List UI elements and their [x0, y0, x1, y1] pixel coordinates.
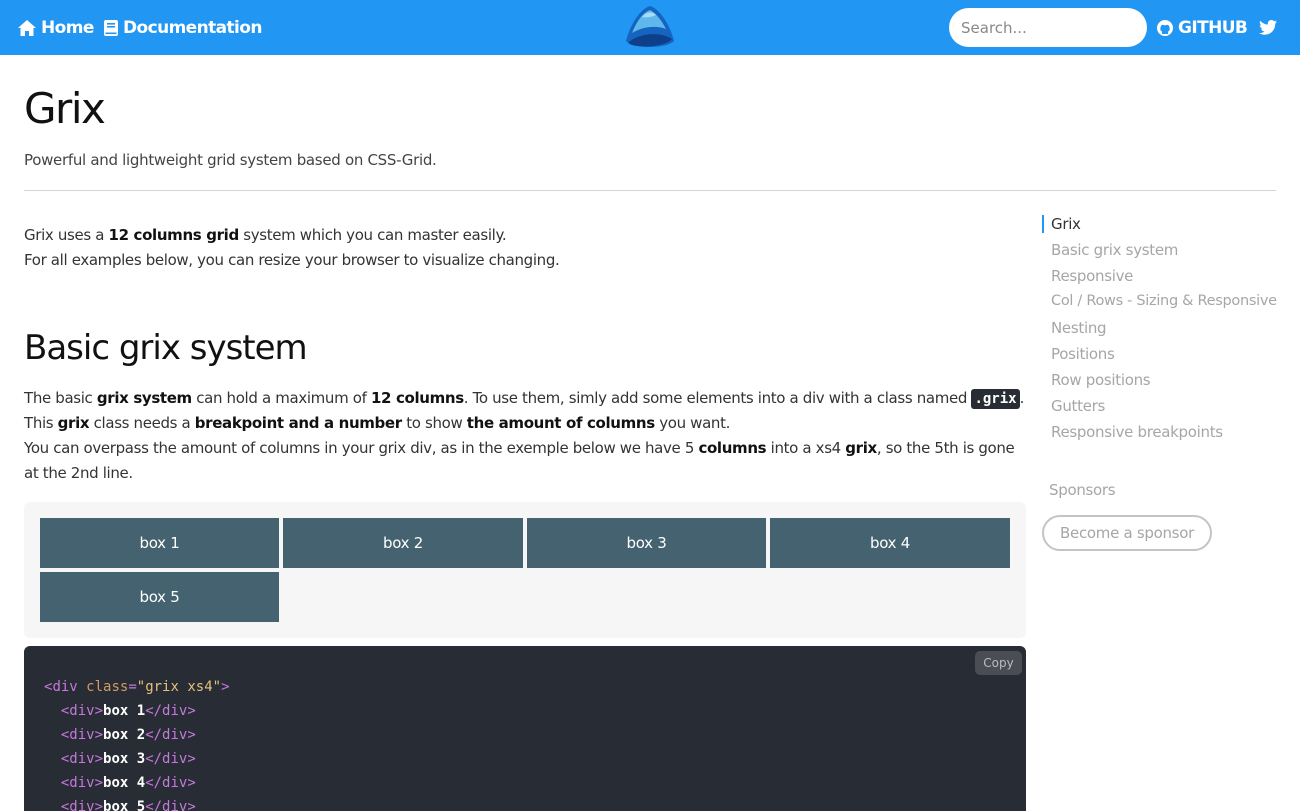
top-navbar: Home Documentation GITHUB: [0, 0, 1300, 55]
intro-line-1: Grix uses a 12 columns grid system which…: [24, 226, 507, 244]
para-text: This: [24, 414, 58, 432]
grid-box: box 4: [770, 518, 1010, 568]
grid-box: box 5: [40, 572, 279, 622]
nav-twitter-link[interactable]: [1259, 0, 1282, 55]
copy-button[interactable]: Copy: [975, 651, 1022, 675]
nav-home-link[interactable]: Home: [18, 0, 94, 55]
code-tag: div: [69, 751, 95, 767]
become-sponsor-button[interactable]: Become a sponsor: [1042, 515, 1212, 551]
twitter-icon: [1259, 20, 1277, 35]
code-tag: div: [69, 799, 95, 811]
code-tag: div: [52, 679, 78, 695]
toc-active-indicator: [1042, 215, 1044, 233]
section-paragraph-3: You can overpass the amount of columns i…: [24, 439, 1015, 457]
toc-item-grix[interactable]: Grix: [1051, 215, 1081, 233]
para-bold: columns: [698, 439, 767, 457]
para-text: class needs a: [89, 414, 195, 432]
para-bold: grix system: [96, 389, 192, 407]
code-text: box 3: [103, 751, 146, 767]
code-tag: div: [162, 751, 188, 767]
para-text: to show: [401, 414, 467, 432]
nav-documentation-link[interactable]: Documentation: [104, 0, 262, 55]
toc-item-responsive[interactable]: Responsive: [1051, 267, 1133, 285]
section-heading: Basic grix system: [24, 328, 308, 368]
nav-documentation-label: Documentation: [123, 17, 262, 38]
github-icon: [1157, 19, 1173, 36]
toc-item-row-positions[interactable]: Row positions: [1051, 371, 1151, 389]
grid-box: box 1: [40, 518, 279, 568]
nav-github-label: GITHUB: [1178, 17, 1248, 38]
toc-item-gutters[interactable]: Gutters: [1051, 397, 1105, 415]
para-text: into a xs4: [766, 439, 846, 457]
code-line: <div>box 3</div>: [60, 751, 196, 767]
code-tag: div: [69, 703, 95, 719]
code-tag: div: [162, 775, 188, 791]
code-text: box 5: [103, 799, 146, 811]
para-text: can hold a maximum of: [191, 389, 371, 407]
header-divider: [24, 190, 1276, 191]
toc-item-responsive-breakpoints[interactable]: Responsive breakpoints: [1051, 423, 1223, 441]
code-line: <div>box 5</div>: [44, 799, 196, 811]
toc-item-col-rows-sizing[interactable]: Col / Rows - Sizing & Responsive: [1051, 293, 1277, 309]
demo-grid-panel: box 1 box 2 box 3 box 4 box 5: [24, 502, 1026, 638]
logo-icon[interactable]: [622, 3, 678, 49]
para-text: .: [1019, 389, 1025, 407]
nav-home-label: Home: [41, 17, 94, 38]
sponsors-label: Sponsors: [1049, 481, 1116, 499]
toc-item-positions[interactable]: Positions: [1051, 345, 1115, 363]
section-paragraph-4: at the 2nd line.: [24, 464, 133, 482]
section-paragraph-2: This grix class needs a breakpoint and a…: [24, 414, 730, 432]
code-block: Copy <div class="grix xs4"> <div>box 1</…: [24, 646, 1026, 811]
intro-text: system which you can master easily.: [238, 226, 507, 244]
page-title: Grix: [24, 84, 106, 133]
intro-bold: 12 columns grid: [108, 226, 240, 244]
para-text: you want.: [654, 414, 731, 432]
grid-box: box 2: [283, 518, 523, 568]
section-paragraph-1: The basic grix system can hold a maximum…: [24, 389, 1025, 409]
search-input[interactable]: [949, 8, 1147, 47]
para-text: . To use them, simly add some elements i…: [463, 389, 972, 407]
toc-item-nesting[interactable]: Nesting: [1051, 319, 1107, 337]
home-icon: [18, 19, 36, 36]
code-attr: class: [86, 679, 129, 695]
code-line: <div>box 1</div>: [60, 703, 196, 719]
para-text: , so the 5th is gone: [876, 439, 1015, 457]
book-icon: [104, 19, 118, 36]
code-string: "grix xs4": [136, 679, 222, 695]
code-tag: div: [162, 727, 188, 743]
para-bold: the amount of columns: [466, 414, 655, 432]
para-text: You can overpass the amount of columns i…: [24, 439, 699, 457]
nav-github-link[interactable]: GITHUB: [1157, 0, 1248, 55]
code-text: box 1: [103, 703, 146, 719]
page-subtitle: Powerful and lightweight grid system bas…: [24, 151, 437, 169]
code-tag: div: [162, 703, 188, 719]
intro-text: Grix uses a: [24, 226, 109, 244]
para-bold: grix: [57, 414, 90, 432]
code-line: <div class="grix xs4">: [44, 679, 230, 695]
intro-line-2: For all examples below, you can resize y…: [24, 251, 560, 269]
code-text: box 4: [103, 775, 146, 791]
code-line: <div>box 2</div>: [60, 727, 196, 743]
code-line: <div>box 4</div>: [60, 775, 196, 791]
inline-code-grix: .grix: [971, 389, 1020, 409]
para-text: The basic: [24, 389, 97, 407]
toc-item-basic-grix-system[interactable]: Basic grix system: [1051, 241, 1178, 259]
code-text: box 2: [103, 727, 146, 743]
para-bold: breakpoint and a number: [194, 414, 402, 432]
grid-box: box 3: [527, 518, 766, 568]
code-tag: div: [69, 727, 95, 743]
para-bold: 12 columns: [370, 389, 464, 407]
para-bold: grix: [845, 439, 877, 457]
code-tag: div: [69, 775, 95, 791]
code-tag: div: [162, 799, 188, 811]
